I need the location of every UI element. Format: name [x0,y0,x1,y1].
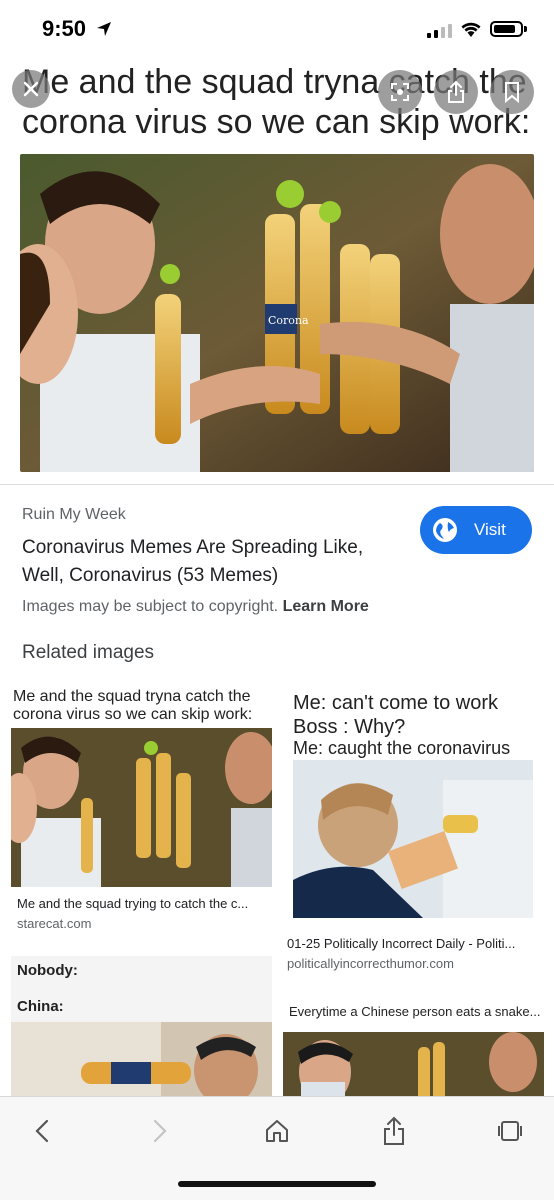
lens-button[interactable] [378,70,422,114]
learn-more-link[interactable]: Learn More [283,598,369,615]
location-arrow-icon [97,22,111,36]
thumbnail-line: Boss : Why? [293,716,406,738]
related-thumbnail[interactable]: Nobody: China: [11,956,272,1106]
related-images-heading: Related images [22,642,155,663]
related-image-card[interactable]: Me and the squad tryna catch the corona … [11,688,272,938]
wifi-icon [461,22,481,37]
thumbnail-caption: Me and the squad tryna catch the corona … [13,688,253,723]
related-image-card[interactable]: Everytime a Chinese person eats a snake.… [283,996,544,1106]
thumbnail-line: Nobody: [17,962,78,979]
thumbnail-line: Me: caught the coronavirus [293,738,511,758]
close-button[interactable] [12,70,50,108]
related-title[interactable]: Me and the squad trying to catch the c..… [17,896,269,911]
related-image-card[interactable]: Me: can't come to work Boss : Why? Me: c… [283,688,544,978]
share-button[interactable] [434,70,478,114]
related-thumbnail[interactable]: Everytime a Chinese person eats a snake.… [283,996,544,1106]
related-thumbnail[interactable]: Me: can't come to work Boss : Why? Me: c… [283,688,544,924]
thumbnail-line: Me: can't come to work [293,692,498,714]
back-icon [35,1119,49,1143]
copyright-text: Images may be subject to copyright. [22,598,279,615]
related-site: starecat.com [17,916,92,931]
image-viewer[interactable]: Me and the squad tryna catch the corona … [0,58,554,482]
browser-toolbar [0,1096,554,1200]
divider [0,484,554,485]
copyright-notice: Images may be subject to copyright. Lear… [22,598,369,616]
related-site: politicallyincorrecthumor.com [287,956,454,971]
share-icon [384,1116,404,1145]
tabs-icon [498,1121,522,1141]
meme-photo[interactable]: Corona [20,154,534,472]
tabs-button[interactable] [488,1109,532,1153]
related-thumbnail[interactable]: Me and the squad tryna catch the corona … [11,688,272,887]
forward-button[interactable] [138,1109,182,1153]
home-indicator [178,1181,376,1187]
lens-icon [391,83,409,101]
globe-icon [433,518,457,542]
bookmark-icon [505,82,519,103]
thumbnail-caption: Everytime a Chinese person eats a snake.… [289,1004,541,1019]
status-bar: 9:50 [0,0,554,58]
home-icon [266,1120,288,1142]
related-title[interactable]: 01-25 Politically Incorrect Daily - Poli… [287,936,541,951]
thumbnail-line: China: [17,998,64,1015]
forward-icon [153,1119,167,1143]
related-image-card[interactable]: Nobody: China: [11,956,272,1106]
back-button[interactable] [20,1109,64,1153]
share-button[interactable] [372,1109,416,1153]
visit-label: Visit [474,520,506,539]
close-icon [23,81,39,97]
bottle-label: Corona [268,314,309,327]
cellular-signal-icon [427,22,452,38]
source-name[interactable]: Ruin My Week [22,506,126,524]
battery-icon [490,21,527,37]
visit-button[interactable]: Visit [420,506,532,554]
home-button[interactable] [255,1109,299,1153]
page-title[interactable]: Coronavirus Memes Are Spreading Like, We… [22,534,402,590]
bookmark-button[interactable] [490,70,534,114]
share-icon [448,80,464,103]
clock-time: 9:50 [42,16,87,41]
